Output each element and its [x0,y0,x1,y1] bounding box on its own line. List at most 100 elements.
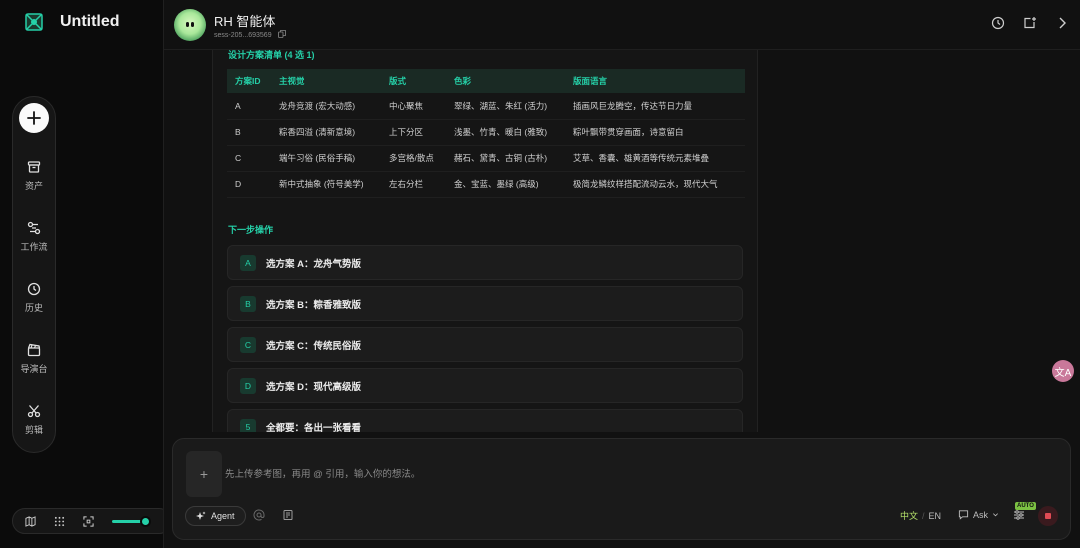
table-row: C 端午习俗 (民俗手稿) 多宫格/散点 赭石、黛青、古铜 (古朴) 艾草、香囊… [227,145,745,172]
agent-avatar [174,9,206,41]
lang-en-option[interactable]: EN [929,511,942,521]
prompt-input[interactable] [225,466,825,482]
app-title[interactable]: Untitled [60,13,120,31]
table-cell: 浅墨、竹青、暖白 (雅致) [446,119,565,146]
option-button-a[interactable]: A 选方案 A：龙舟气势版 [227,245,743,280]
stop-icon [1045,513,1051,519]
stop-button[interactable] [1038,506,1058,526]
workflow-icon [27,221,41,234]
option-button-b[interactable]: B 选方案 B：粽香雅致版 [227,286,743,321]
table-header-cell: 版式 [381,69,446,93]
table-cell: 端午习俗 (民俗手稿) [271,145,381,172]
auto-badge: AUTO [1015,502,1036,510]
zoom-slider[interactable] [112,515,151,527]
mode-select[interactable]: Ask [958,509,999,520]
option-key: B [240,295,256,312]
option-button-d[interactable]: D 选方案 D：现代高级版 [227,368,743,403]
table-row: B 粽香四溢 (清新意境) 上下分区 浅墨、竹青、暖白 (雅致) 粽叶飘带贯穿画… [227,119,745,146]
upload-reference-button[interactable]: + [186,451,222,497]
table-cell: 艾草、香囊、雄黄酒等传统元素堆叠 [565,145,745,172]
option-label: 选方案 B：粽香雅致版 [266,299,362,311]
toolbar-item-label: 剪辑 [24,424,43,435]
app-root: Untitled 资产 工作流 历史 导演台 剪辑 RH 智能体 sess-20… [0,0,1080,548]
history-icon[interactable] [991,16,1005,30]
table-cell: 赭石、黛青、古铜 (古朴) [446,145,565,172]
toolbar-item-label: 工作流 [20,241,48,252]
plan-table: 方案ID 主视觉 版式 色彩 版面语言 A 龙舟竞渡 (宏大动感) 中心聚焦 翠… [227,69,745,198]
add-button[interactable] [19,103,49,133]
table-cell: 新中式抽象 (符号美学) [271,171,381,198]
option-label: 选方案 C：传统民俗版 [266,340,362,352]
option-label: 选方案 D：现代高级版 [266,381,362,393]
plus-icon: + [199,466,209,482]
option-label: 全都要：各出一张看看 [266,422,362,433]
lang-zh-option[interactable]: 中文 [900,509,918,522]
session-id-text: sess-205...693569 [214,32,272,39]
at-mention-icon[interactable] [253,509,265,521]
table-header-cell: 色彩 [446,69,565,93]
settings-sliders-icon[interactable] [1013,509,1025,521]
option-key: D [240,377,256,394]
toolbar-item-history[interactable]: 历史 [12,267,56,328]
panel-header: RH 智能体 sess-205...693569 [164,0,1080,50]
sparkle-icon [196,511,206,520]
chevron-down-icon [993,513,999,517]
table-cell: B [227,119,271,146]
table-header-cell: 版面语言 [565,69,745,93]
grid-icon[interactable] [54,516,65,527]
copy-icon[interactable] [277,30,286,38]
lang-divider: / [922,510,925,521]
table-cell: 插画风巨龙腾空，传达节日力量 [565,93,745,120]
new-chat-icon[interactable] [1023,16,1037,30]
agent-mode-label: Agent [211,511,235,521]
language-switch[interactable]: 中文 / EN [900,509,941,522]
table-row: D 新中式抽象 (符号美学) 左右分栏 金、宝蓝、墨绿 (高级) 极简龙鳞纹样搭… [227,171,745,198]
agent-mode-button[interactable]: Agent [185,506,246,526]
option-button-c[interactable]: C 选方案 C：传统民俗版 [227,327,743,362]
message-scroll-area[interactable]: 设计方案清单 (4 选 1) 方案ID 主视觉 版式 色彩 版面语言 A 龙舟竞… [212,50,758,432]
table-cell: 上下分区 [381,119,446,146]
brand: Untitled [24,12,120,32]
toolbar-item-edit[interactable]: 剪辑 [12,389,56,450]
clapperboard-icon [27,343,41,356]
table-cell: 粽香四溢 (清新意境) [271,119,381,146]
option-key: 5 [240,418,256,432]
header-actions [991,16,1069,30]
next-steps-title: 下一步操作 [228,225,274,235]
table-row: A 龙舟竞渡 (宏大动感) 中心聚焦 翠绿、湖蓝、朱红 (活力) 插画风巨龙腾空… [227,93,745,120]
toolbar-item-label: 资产 [24,180,43,191]
note-icon[interactable] [282,509,294,521]
table-cell: D [227,171,271,198]
chevron-right-icon[interactable] [1055,16,1069,30]
table-cell: 翠绿、湖蓝、朱红 (活力) [446,93,565,120]
app-logo-icon [24,12,44,32]
fit-screen-icon[interactable] [83,515,94,527]
left-toolbar: 资产 工作流 历史 导演台 剪辑 [12,96,56,453]
table-cell: 极简龙鳞纹样搭配流动云水，现代大气 [565,171,745,198]
plus-icon [27,111,41,125]
map-icon[interactable] [25,515,36,527]
agent-name: RH 智能体 [214,14,276,29]
scissors-icon [27,404,41,417]
table-cell: A [227,93,271,120]
table-cell: 金、宝蓝、墨绿 (高级) [446,171,565,198]
chat-bubble-icon [958,510,969,520]
plan-title: 设计方案清单 (4 选 1) [228,50,315,60]
option-button-all[interactable]: 5 全都要：各出一张看看 [227,409,743,432]
toolbar-item-assets[interactable]: 资产 [12,145,56,206]
toolbar-item-workflow[interactable]: 工作流 [12,206,56,267]
mode-label: Ask [973,509,989,520]
toolbar-item-label: 历史 [24,302,43,313]
option-key: C [240,336,256,353]
toolbar-item-director[interactable]: 导演台 [12,328,56,389]
toolbar-item-label: 导演台 [20,363,48,374]
session-id: sess-205...693569 [214,30,286,39]
table-cell: C [227,145,271,172]
canvas-bottom-bar [12,508,172,534]
box-icon [27,160,41,173]
option-label: 选方案 A：龙舟气势版 [266,258,362,270]
table-cell: 中心聚焦 [381,93,446,120]
zoom-slider-handle[interactable] [140,515,151,527]
table-header-cell: 方案ID [227,69,271,93]
translate-icon[interactable]: 文A [1052,360,1074,382]
